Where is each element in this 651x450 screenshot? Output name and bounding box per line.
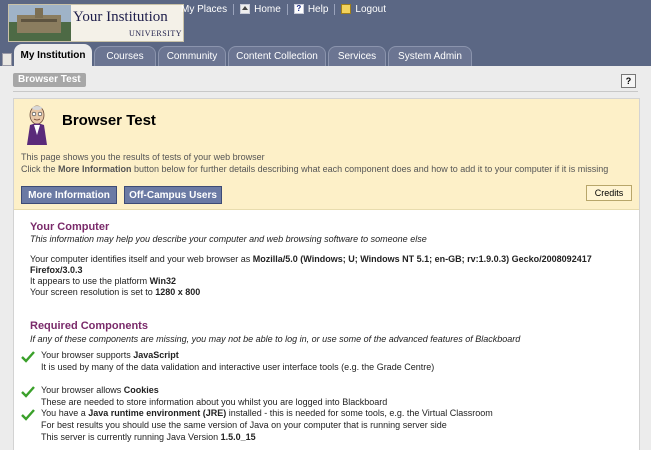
java-version-text: This server is currently running Java Ve… xyxy=(41,432,256,442)
more-information-button[interactable]: More Information xyxy=(21,186,117,204)
resolution-text: Your screen resolution is set to 1280 x … xyxy=(30,287,201,297)
section-title-your-computer: Your Computer xyxy=(30,221,110,233)
institution-name: Your Institution xyxy=(73,9,168,25)
tab-my-institution[interactable]: My Institution xyxy=(14,44,92,66)
section-note-required-components: If any of these components are missing, … xyxy=(30,334,521,344)
help-icon: ? xyxy=(293,4,304,14)
tab-services[interactable]: Services xyxy=(328,46,386,66)
tab-system-admin[interactable]: System Admin xyxy=(388,46,472,66)
page-help-button[interactable]: ? xyxy=(621,74,636,88)
professor-mascot-icon xyxy=(27,105,47,145)
institution-sub: UNIVERSITY xyxy=(129,29,182,38)
section-title-required-components: Required Components xyxy=(30,320,148,332)
institution-logo[interactable]: Your Institution UNIVERSITY xyxy=(8,4,184,42)
logo-building-image xyxy=(9,5,71,41)
check-icon xyxy=(21,351,35,363)
javascript-detail: It is used by many of the data validatio… xyxy=(41,362,435,372)
javascript-status: Your browser supports JavaScript xyxy=(41,350,179,360)
menu-toggle-icon[interactable] xyxy=(2,53,12,66)
page-area: Browser Test ? Browser Test This page sh… xyxy=(0,66,651,450)
intro-description: This page shows you the results of tests… xyxy=(21,152,609,174)
home-link[interactable]: Home xyxy=(240,4,281,15)
intro-panel: Browser Test This page shows you the res… xyxy=(14,99,639,210)
help-link[interactable]: ? Help xyxy=(293,4,328,15)
credits-button[interactable]: Credits xyxy=(586,185,632,201)
tab-bar: My Institution Courses Community Content… xyxy=(0,44,651,66)
top-nav: My Places Home ? Help Logout xyxy=(181,2,386,16)
browser-identity-text: Your computer identifies itself and your… xyxy=(30,254,592,275)
platform-text: It appears to use the platform Win32 xyxy=(30,276,177,286)
java-detail: For best results you should use the same… xyxy=(41,420,447,430)
logout-icon xyxy=(341,4,352,14)
tab-community[interactable]: Community xyxy=(158,46,226,66)
section-note-your-computer: This information may help you describe y… xyxy=(30,234,427,244)
breadcrumb-bar: Browser Test ? xyxy=(0,71,651,89)
tab-content-collection[interactable]: Content Collection xyxy=(228,46,326,66)
tab-courses[interactable]: Courses xyxy=(94,46,156,66)
home-icon xyxy=(240,4,251,14)
divider xyxy=(13,91,638,92)
off-campus-users-button[interactable]: Off-Campus Users xyxy=(124,186,222,204)
cookies-status: Your browser allows Cookies xyxy=(41,385,159,395)
breadcrumb[interactable]: Browser Test xyxy=(13,73,86,87)
main-content: Browser Test This page shows you the res… xyxy=(13,98,640,450)
my-places-link[interactable]: My Places xyxy=(181,4,227,15)
java-status: You have a Java runtime environment (JRE… xyxy=(41,408,493,418)
top-banner: Your Institution UNIVERSITY My Places Ho… xyxy=(0,0,651,44)
cookies-detail: These are needed to store information ab… xyxy=(41,397,388,407)
logout-link[interactable]: Logout xyxy=(341,4,386,15)
check-icon xyxy=(21,409,35,421)
check-icon xyxy=(21,386,35,398)
page-title: Browser Test xyxy=(62,112,156,129)
